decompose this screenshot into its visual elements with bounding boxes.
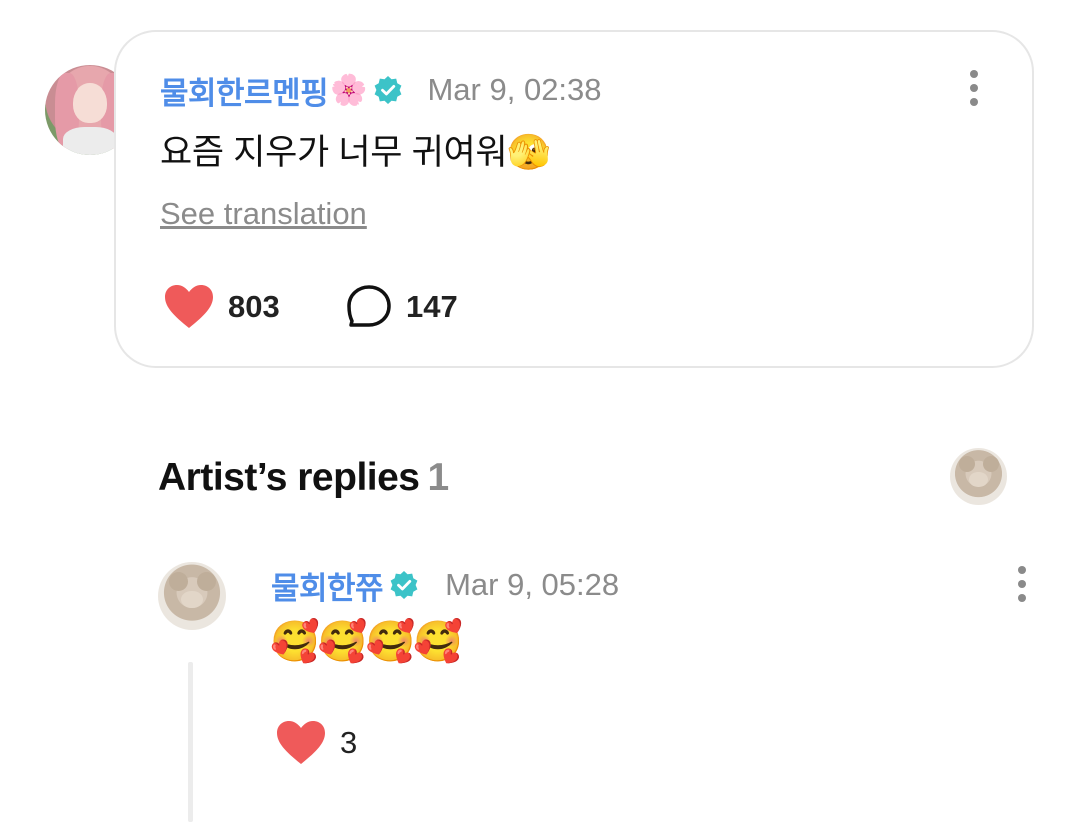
- avatar-shirt: [63, 127, 117, 155]
- like-button[interactable]: 803: [164, 284, 280, 330]
- reply-header: 물회한쮸 Mar 9, 05:28: [271, 563, 619, 607]
- like-count: 803: [228, 289, 280, 324]
- artist-avatar-small[interactable]: [950, 448, 1007, 505]
- reply-like-button[interactable]: 3: [276, 720, 357, 766]
- avatar-face: [73, 83, 107, 123]
- reply-button[interactable]: 147: [346, 284, 458, 330]
- comment-timestamp: Mar 9, 02:38: [427, 72, 602, 107]
- avatar-ear: [168, 571, 188, 591]
- comment-more-icon[interactable]: [964, 70, 984, 106]
- avatar-ear: [197, 571, 217, 591]
- reply-timestamp: Mar 9, 05:28: [445, 567, 620, 602]
- comment-page: 물회한르멘핑 🌸 Mar 9, 02:38 요즘 지우가 너무 귀여워🫣 See…: [0, 0, 1080, 840]
- reply-author-name[interactable]: 물회한쮸: [271, 563, 384, 608]
- heart-icon: [165, 285, 213, 328]
- artist-replies-count: 1: [427, 456, 450, 499]
- artist-replies-title: Artist’s replies: [158, 456, 420, 499]
- reply-like-count: 3: [340, 725, 358, 760]
- comment-text: 요즘 지우가 너무 귀여워🫣: [160, 133, 551, 172]
- author-emoji: 🌸: [330, 73, 368, 107]
- verified-badge-icon: [390, 571, 418, 599]
- heart-icon: [277, 721, 325, 764]
- reply-count: 147: [406, 289, 458, 324]
- avatar-snout: [969, 471, 988, 487]
- thread-line: [188, 662, 193, 822]
- reply-more-icon[interactable]: [1012, 566, 1032, 602]
- reply-text: 🥰🥰🥰🥰: [270, 620, 463, 664]
- avatar-ear: [959, 455, 976, 472]
- artist-replies-heading: Artist’s replies 1: [158, 456, 449, 500]
- see-translation-link[interactable]: See translation: [160, 196, 367, 232]
- verified-badge-icon: [375, 76, 402, 104]
- avatar-ear: [983, 455, 999, 472]
- comment-header: 물회한르멘핑 🌸 Mar 9, 02:38: [160, 68, 602, 112]
- speech-bubble-icon: [347, 285, 391, 327]
- avatar-snout: [181, 590, 203, 609]
- comment-author-name[interactable]: 물회한르멘핑: [160, 68, 329, 113]
- artist-avatar[interactable]: [158, 562, 226, 630]
- comment-card: 물회한르멘핑 🌸 Mar 9, 02:38 요즘 지우가 너무 귀여워🫣 See…: [114, 30, 1034, 368]
